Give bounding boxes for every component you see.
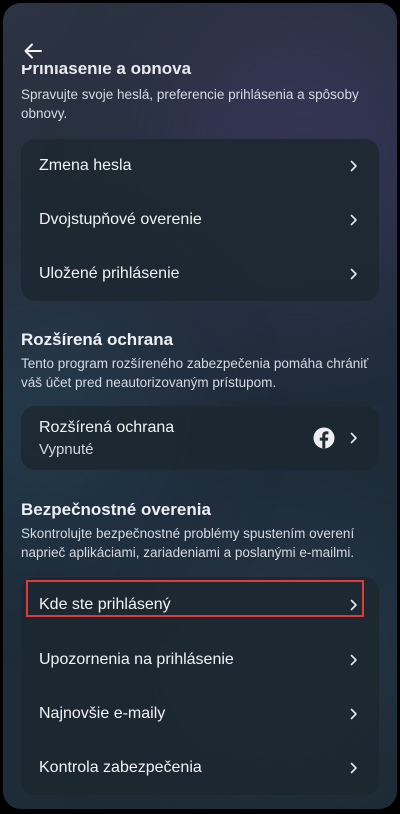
login-alerts-item[interactable]: Upozornenia na prihlásenie	[21, 633, 379, 687]
chevron-right-icon	[347, 267, 361, 281]
security-checks-card: Kde ste prihlásený Upozornenia na prihlá…	[21, 577, 379, 795]
chevron-right-icon	[347, 213, 361, 227]
chevron-right-icon	[347, 598, 361, 612]
item-label: Zmena hesla	[39, 157, 132, 174]
two-factor-auth-item[interactable]: Dvojstupňové overenie	[21, 193, 379, 247]
arrow-left-icon	[24, 43, 42, 59]
chevron-right-icon	[347, 653, 361, 667]
partial-section-heading: Prihlásenie a obnova	[21, 65, 192, 78]
item-label: Rozšírená ochrana	[39, 418, 175, 436]
advanced-protection-title: Rozšírená ochrana	[21, 330, 174, 349]
item-status: Vypnuté	[39, 440, 94, 458]
item-label: Upozornenia na prihlásenie	[39, 651, 234, 668]
login-section-description: Spravujte svoje heslá, preferencie prihl…	[21, 87, 359, 121]
security-checkup-item[interactable]: Kontrola zabezpečenia	[21, 741, 379, 795]
chevron-right-icon	[347, 159, 361, 173]
security-checks-description: Skontrolujte bezpečnostné problémy spust…	[21, 526, 355, 560]
chevron-right-icon	[347, 431, 361, 445]
chevron-right-icon	[347, 707, 361, 721]
back-button[interactable]	[17, 35, 49, 67]
item-label: Dvojstupňové overenie	[39, 211, 202, 228]
screen: Prihlásenie a obnova Spravujte svoje hes…	[3, 3, 397, 809]
advanced-protection-description: Tento program rozšíreného zabezpečenia p…	[21, 356, 369, 390]
saved-login-item[interactable]: Uložené prihlásenie	[21, 247, 379, 301]
item-label: Kontrola zabezpečenia	[39, 759, 202, 776]
where-logged-in-item[interactable]: Kde ste prihlásený	[21, 577, 379, 633]
item-label: Kde ste prihlásený	[39, 596, 171, 613]
facebook-icon	[313, 427, 335, 449]
advanced-protection-item[interactable]: Rozšírená ochrana Vypnuté	[21, 406, 379, 470]
advanced-protection-card: Rozšírená ochrana Vypnuté	[21, 406, 379, 470]
security-checks-title: Bezpečnostné overenia	[21, 500, 211, 519]
recent-emails-item[interactable]: Najnovšie e-maily	[21, 687, 379, 741]
item-label: Najnovšie e-maily	[39, 705, 166, 722]
chevron-right-icon	[347, 761, 361, 775]
item-label: Uložené prihlásenie	[39, 265, 180, 282]
change-password-item[interactable]: Zmena hesla	[21, 139, 379, 193]
login-options-card: Zmena hesla Dvojstupňové overenie Uložen…	[21, 139, 379, 301]
